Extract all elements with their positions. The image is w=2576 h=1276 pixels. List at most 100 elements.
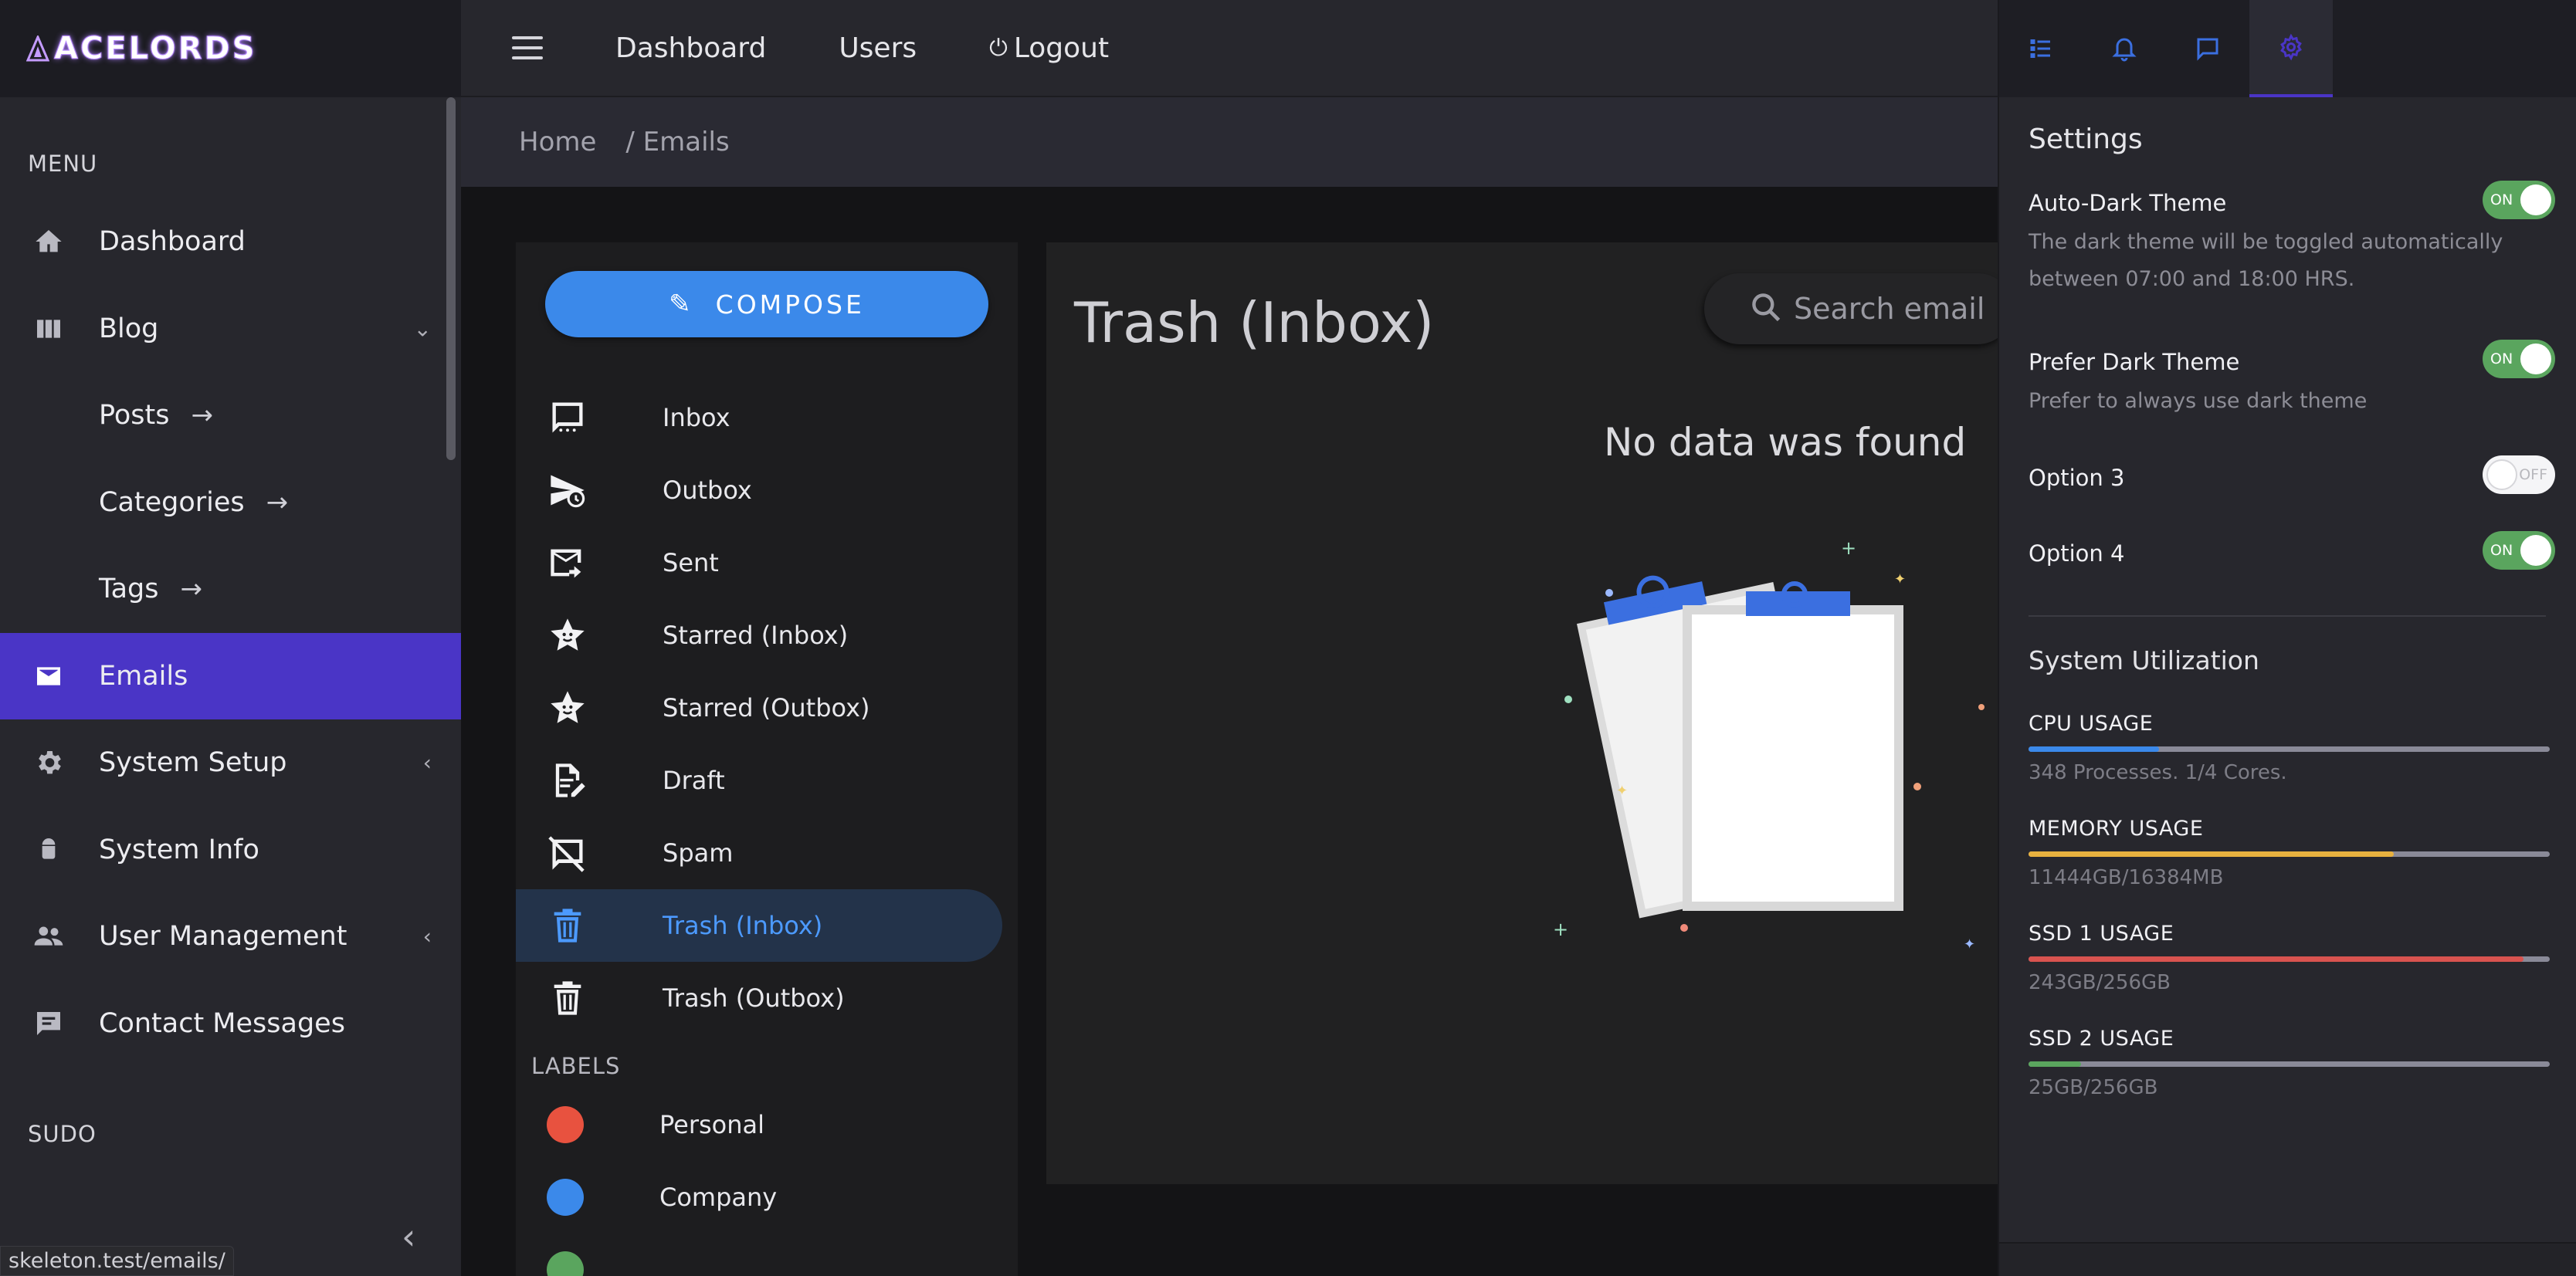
chevron-left-icon: ‹: [422, 750, 432, 776]
arrow-right-icon: →: [266, 486, 289, 518]
svg-text:+: +: [1841, 537, 1856, 559]
bell-icon: [2112, 38, 2137, 62]
tab-settings[interactable]: [2249, 0, 2333, 97]
meter-note: 25GB/256GB: [2029, 1076, 2158, 1099]
folder-starred-outbox[interactable]: Starred (Outbox): [516, 672, 1018, 744]
folder-label: Starred (Outbox): [663, 693, 870, 723]
label-color-dot: [547, 1251, 584, 1276]
sidebar-item-system-info[interactable]: System Info: [0, 807, 461, 894]
option-4: Option 4 ON: [2029, 531, 2555, 570]
sidebar-item-label: Categories: [99, 486, 245, 518]
folder-draft[interactable]: Draft: [516, 744, 1018, 817]
tab-messages[interactable]: [2166, 0, 2249, 97]
top-link-users[interactable]: Users: [839, 32, 917, 64]
inbox-icon: [547, 397, 588, 438]
brand-mark-icon: [26, 36, 49, 62]
label-third[interactable]: [547, 1234, 659, 1276]
cpu-usage-meter: CPU USAGE 348 Processes. 1/4 Cores.: [2029, 712, 2550, 784]
android-icon: [31, 832, 66, 868]
sidebar-scrollbar[interactable]: [446, 97, 456, 460]
empty-clipboards-illustration: + ✦ ✦ + ✦: [1553, 537, 1985, 953]
sidebar-subitem-tags[interactable]: Tags →: [0, 546, 461, 633]
folder-label: Spam: [663, 838, 734, 868]
folder-label: Starred (Inbox): [663, 621, 849, 650]
star-icon: [547, 614, 588, 656]
chevron-left-icon: ‹: [422, 923, 432, 949]
option-4-toggle[interactable]: ON: [2483, 531, 2555, 570]
folder-sent[interactable]: Sent: [516, 526, 1018, 599]
folder-outbox[interactable]: Outbox: [516, 454, 1018, 526]
svg-text:✦: ✦: [1894, 571, 1906, 587]
compose-label: COMPOSE: [715, 289, 865, 320]
tab-notifications[interactable]: [2083, 0, 2166, 97]
search-placeholder: Search email: [1794, 292, 1985, 326]
mail-content-panel: Trash (Inbox) Search email No data was f…: [1046, 242, 2013, 1184]
sidebar-item-user-management[interactable]: User Management ‹: [0, 893, 461, 980]
collapse-sidebar-icon[interactable]: ‹: [402, 1216, 415, 1257]
prefer-dark-theme-toggle[interactable]: ON: [2483, 340, 2555, 378]
list-icon: [2030, 39, 2050, 58]
folder-label: Sent: [663, 548, 719, 577]
option-description: Prefer to always use dark theme: [2029, 389, 2368, 413]
meter-track: [2029, 851, 2550, 857]
sidebar-item-emails[interactable]: Emails: [0, 632, 461, 719]
mail-icon: [31, 658, 66, 694]
menu-heading: MENU: [28, 151, 98, 177]
sidebar-item-label: Posts: [99, 400, 170, 432]
compose-button[interactable]: ✎ COMPOSE: [545, 271, 988, 337]
svg-text:✦: ✦: [1616, 783, 1628, 799]
folder-trash-outbox[interactable]: Trash (Outbox): [516, 962, 1018, 1034]
label-company[interactable]: Company: [547, 1161, 777, 1234]
sidebar-subitem-categories[interactable]: Categories →: [0, 459, 461, 547]
logout-label: Logout: [1013, 32, 1110, 64]
meter-label: MEMORY USAGE: [2029, 817, 2204, 841]
utilization-title: System Utilization: [2029, 645, 2259, 675]
toggle-state: OFF: [2519, 466, 2547, 483]
svg-text:✦: ✦: [1964, 936, 1975, 953]
sidebar-item-blog[interactable]: Blog ⌄: [0, 286, 461, 373]
folder-starred-inbox[interactable]: Starred (Inbox): [516, 599, 1018, 672]
tab-tasks[interactable]: [1999, 0, 2083, 97]
folder-inbox[interactable]: Inbox: [516, 381, 1018, 454]
users-icon: [31, 919, 66, 954]
sidebar-subitem-posts[interactable]: Posts →: [0, 372, 461, 459]
gear-icon: [2280, 33, 2302, 61]
settings-tabs: [1999, 0, 2576, 97]
meter-track: [2029, 956, 2550, 962]
page-title: Trash (Inbox): [1074, 290, 1435, 355]
hamburger-menu-icon[interactable]: [512, 36, 543, 59]
folder-spam[interactable]: Spam: [516, 817, 1018, 889]
top-bar: Dashboard Users ⏻ Logout: [461, 0, 1998, 97]
sidebar-item-label: Emails: [99, 660, 188, 692]
meter-label: CPU USAGE: [2029, 712, 2154, 736]
empty-state-text: No data was found: [1604, 420, 1967, 465]
brand-logo[interactable]: ACELORDS: [26, 31, 257, 67]
breadcrumb-current: / Emails: [625, 127, 730, 157]
settings-panel: Settings Auto-Dark Theme The dark theme …: [1998, 0, 2576, 1276]
trash-icon: [547, 977, 588, 1019]
divider: [2029, 615, 2546, 617]
top-link-logout[interactable]: ⏻ Logout: [989, 32, 1109, 64]
search-input[interactable]: Search email: [1704, 273, 2013, 344]
sidebar-item-system-setup[interactable]: System Setup ‹: [0, 719, 461, 807]
breadcrumb-home[interactable]: Home: [519, 127, 596, 157]
top-link-dashboard[interactable]: Dashboard: [615, 32, 766, 64]
meter-note: 11444GB/16384MB: [2029, 866, 2224, 889]
label-personal[interactable]: Personal: [547, 1088, 764, 1161]
folder-list: Inbox Outbox Sent Starred (Inbox) Starre…: [516, 381, 1018, 1034]
folder-label: Inbox: [663, 403, 730, 432]
sidebar-item-label: Tags: [99, 574, 159, 605]
option-label: Auto-Dark Theme: [2029, 190, 2227, 216]
brand-name: ACELORDS: [54, 31, 257, 67]
chat-icon: [31, 1006, 66, 1041]
option-3-toggle[interactable]: OFF: [2483, 455, 2555, 494]
panel-footer: [1999, 1242, 2576, 1276]
meter-fill: [2029, 746, 2159, 752]
auto-dark-theme-toggle[interactable]: ON: [2483, 181, 2555, 219]
sidebar-item-contact-messages[interactable]: Contact Messages: [0, 980, 461, 1068]
folder-trash-inbox[interactable]: Trash (Inbox): [516, 889, 1002, 962]
outbox-icon: [547, 469, 588, 511]
chevron-down-icon: ⌄: [413, 316, 432, 342]
label-name: Personal: [659, 1110, 765, 1139]
sidebar-item-dashboard[interactable]: Dashboard: [0, 198, 461, 286]
